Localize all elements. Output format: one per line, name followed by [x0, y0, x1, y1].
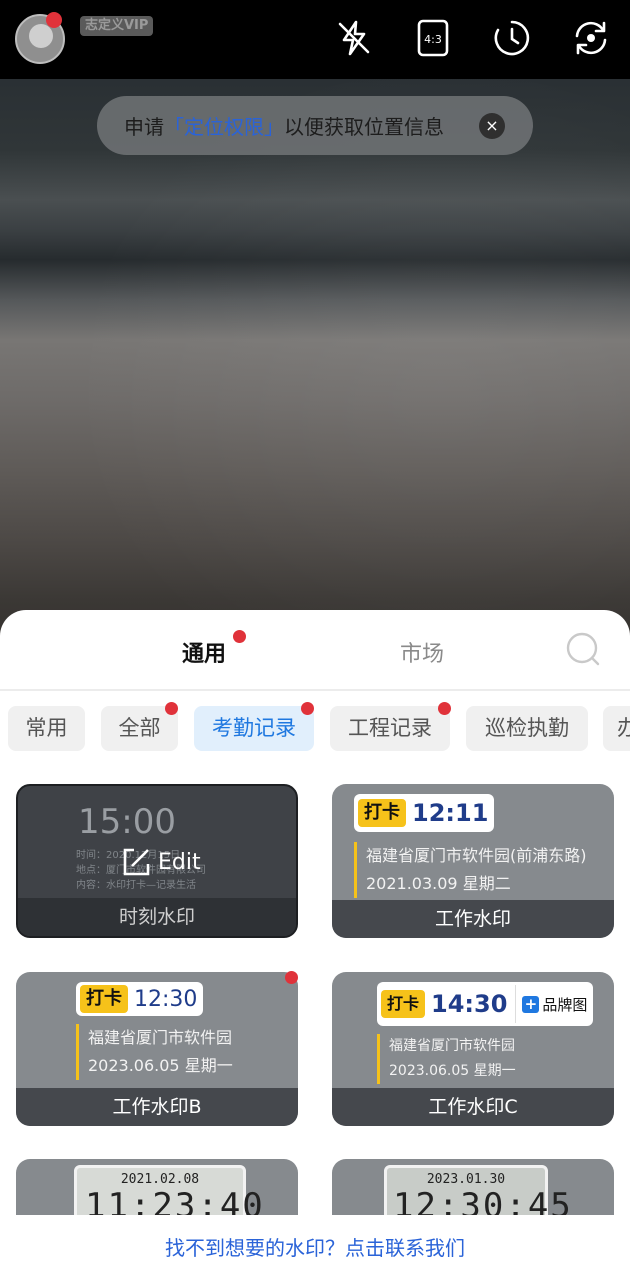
punch-tag: 打卡: [80, 985, 128, 1013]
chip-common[interactable]: 常用: [8, 706, 85, 751]
brand-label: 品牌图: [542, 995, 588, 1014]
flash-off-icon[interactable]: [334, 18, 374, 58]
watermark-sheet: 通用 市场 常用 全部 考勤记录 工程记录 巡检执勤 办 15:00 时间：20…: [0, 610, 630, 1280]
card-label: 工作水印B: [16, 1088, 298, 1126]
work-watermark-c-lines: 福建省厦门市软件园 2023.06.05 星期一: [377, 1034, 516, 1084]
aspect-ratio-icon[interactable]: 4:3: [413, 18, 453, 58]
punch-box: 打卡 14:30 + 品牌图: [377, 982, 594, 1026]
punch-box: 打卡 12:11: [354, 794, 495, 832]
close-icon[interactable]: ×: [479, 113, 505, 139]
chip-attendance[interactable]: 考勤记录: [194, 706, 314, 751]
card-label: 工作水印: [332, 900, 614, 938]
punch-tag: 打卡: [358, 799, 406, 827]
brand-chip: + 品牌图: [515, 985, 593, 1023]
work-watermark-c-address: 福建省厦门市软件园: [389, 1038, 515, 1054]
chip-engineering[interactable]: 工程记录: [330, 706, 450, 751]
watermark-card-work[interactable]: 打卡 12:11 福建省厦门市软件园(前浦东路) 2021.03.09 星期二 …: [332, 784, 614, 938]
card-label: 工作水印C: [332, 1088, 614, 1126]
work-watermark-b-address: 福建省厦门市软件园: [88, 1028, 233, 1047]
edit-button[interactable]: Edit: [120, 846, 201, 878]
edit-label: Edit: [158, 849, 201, 875]
watermark-card-time[interactable]: 15:00 时间：2020.12月15日 地点：厦门市软件园有限公司 内容：水印…: [16, 784, 298, 938]
aspect-ratio-label: 4:3: [424, 33, 442, 46]
work-watermark-c-date: 2023.06.05 星期一: [389, 1063, 516, 1079]
toast-prefix: 申请: [124, 115, 164, 139]
tab-general[interactable]: 通用: [182, 636, 226, 668]
card-new-dot: [285, 971, 298, 984]
tab-general-dot: [233, 630, 246, 643]
footer: 找不到想要的水印？点击联系我们: [0, 1215, 630, 1280]
edit-icon: [123, 848, 150, 876]
category-chips: 常用 全部 考勤记录 工程记录 巡检执勤 办: [0, 702, 630, 752]
divider: [0, 689, 630, 691]
notification-dot: [46, 12, 62, 28]
work-watermark-b-lines: 福建省厦门市软件园 2023.06.05 星期一: [76, 1024, 233, 1080]
clock-date: 2023.01.30: [426, 1172, 506, 1187]
top-bar: 志定义VIP 4:3: [0, 0, 630, 79]
toast-text: 申请「定位权限」以便获取位置信息: [124, 111, 444, 140]
chip-patrol[interactable]: 巡检执勤: [466, 706, 588, 751]
vip-badge[interactable]: 志定义VIP: [80, 16, 154, 36]
chip-engineering-dot: [438, 702, 451, 715]
watermark-card-work-c[interactable]: 打卡 14:30 + 品牌图 福建省厦门市软件园 2023.06.05 星期一 …: [332, 972, 614, 1126]
punch-time: 12:11: [412, 799, 489, 827]
chip-all-dot: [165, 702, 178, 715]
work-watermark-b-date: 2023.06.05 星期一: [88, 1056, 233, 1075]
location-permission-toast[interactable]: 申请「定位权限」以便获取位置信息 ×: [97, 96, 533, 155]
chip-office[interactable]: 办: [603, 706, 630, 751]
time-watermark-time: 15:00: [78, 802, 176, 842]
card-label: 时刻水印: [18, 898, 296, 936]
punch-tag: 打卡: [381, 990, 426, 1018]
location-permission-link[interactable]: 「定位权限」: [164, 115, 284, 139]
plus-icon: +: [522, 995, 540, 1013]
chip-attendance-dot: [301, 702, 314, 715]
contact-us-link[interactable]: 找不到想要的水印？点击联系我们: [0, 1232, 630, 1261]
watermark-card-work-b[interactable]: 打卡 12:30 福建省厦门市软件园 2023.06.05 星期一 工作水印B: [16, 972, 298, 1126]
work-watermark-address: 福建省厦门市软件园(前浦东路): [366, 846, 587, 865]
punch-time: 14:30: [431, 990, 508, 1018]
punch-time: 12:30: [134, 986, 198, 1012]
tab-market[interactable]: 市场: [400, 636, 444, 668]
search-icon[interactable]: [565, 631, 601, 667]
timer-icon[interactable]: [492, 18, 532, 58]
work-watermark-lines: 福建省厦门市软件园(前浦东路) 2021.03.09 星期二: [354, 842, 587, 898]
switch-camera-icon[interactable]: [571, 18, 611, 58]
toast-suffix: 以便获取位置信息: [284, 115, 444, 139]
work-watermark-date: 2021.03.09 星期二: [366, 874, 511, 893]
time-watermark-line3: 内容：水印打卡—记录生活: [76, 880, 196, 891]
clock-date: 2021.02.08: [120, 1172, 200, 1187]
punch-box: 打卡 12:30: [76, 982, 204, 1016]
